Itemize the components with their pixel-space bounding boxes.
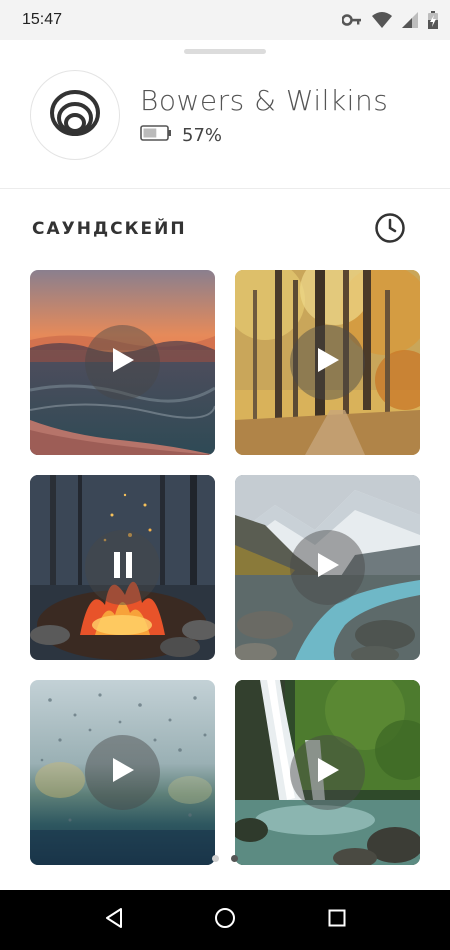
clock-icon — [374, 212, 406, 249]
sheet-handle[interactable] — [184, 49, 266, 54]
pause-icon — [113, 552, 133, 583]
battery-charging-icon — [428, 11, 438, 29]
play-icon — [316, 552, 340, 583]
soundscape-tile-waterfall[interactable] — [235, 680, 420, 865]
section-title: САУНДСКЕЙП — [32, 219, 187, 239]
bowers-wilkins-logo-icon — [49, 87, 101, 144]
soundscape-tile-campfire[interactable] — [30, 475, 215, 660]
history-button[interactable] — [373, 212, 407, 249]
page-dot[interactable] — [212, 855, 219, 862]
battery-status: 57% — [140, 125, 222, 146]
soundscape-tile-sunset-sea[interactable] — [30, 270, 215, 455]
play-button[interactable] — [290, 735, 365, 810]
play-icon — [111, 347, 135, 378]
recents-button[interactable] — [325, 908, 349, 932]
signal-icon — [402, 12, 418, 28]
home-button[interactable] — [213, 907, 237, 934]
battery-icon — [140, 125, 172, 146]
pause-button[interactable] — [85, 530, 160, 605]
play-icon — [111, 757, 135, 788]
home-icon — [214, 907, 236, 934]
device-logo — [30, 70, 120, 160]
divider — [0, 188, 450, 189]
soundscape-tile-mountain-river[interactable] — [235, 475, 420, 660]
status-time: 15:47 — [22, 11, 63, 28]
navigation-bar — [0, 890, 450, 950]
battery-percent: 57% — [182, 125, 223, 146]
play-button[interactable] — [85, 325, 160, 400]
back-icon — [105, 907, 123, 933]
play-button[interactable] — [290, 325, 365, 400]
recents-icon — [328, 909, 346, 932]
key-icon — [342, 14, 362, 26]
play-icon — [316, 757, 340, 788]
status-icons — [342, 10, 438, 30]
device-name: Bowers & Wilkins — [140, 84, 389, 117]
back-button[interactable] — [102, 907, 126, 933]
page-indicator — [0, 855, 450, 865]
page-dot-active[interactable] — [231, 855, 238, 862]
soundscape-tile-autumn-forest[interactable] — [235, 270, 420, 455]
soundscape-tile-rainy-window[interactable] — [30, 680, 215, 865]
wifi-icon — [372, 12, 392, 28]
play-icon — [316, 347, 340, 378]
status-bar: 15:47 — [0, 0, 450, 40]
play-button[interactable] — [290, 530, 365, 605]
play-button[interactable] — [85, 735, 160, 810]
